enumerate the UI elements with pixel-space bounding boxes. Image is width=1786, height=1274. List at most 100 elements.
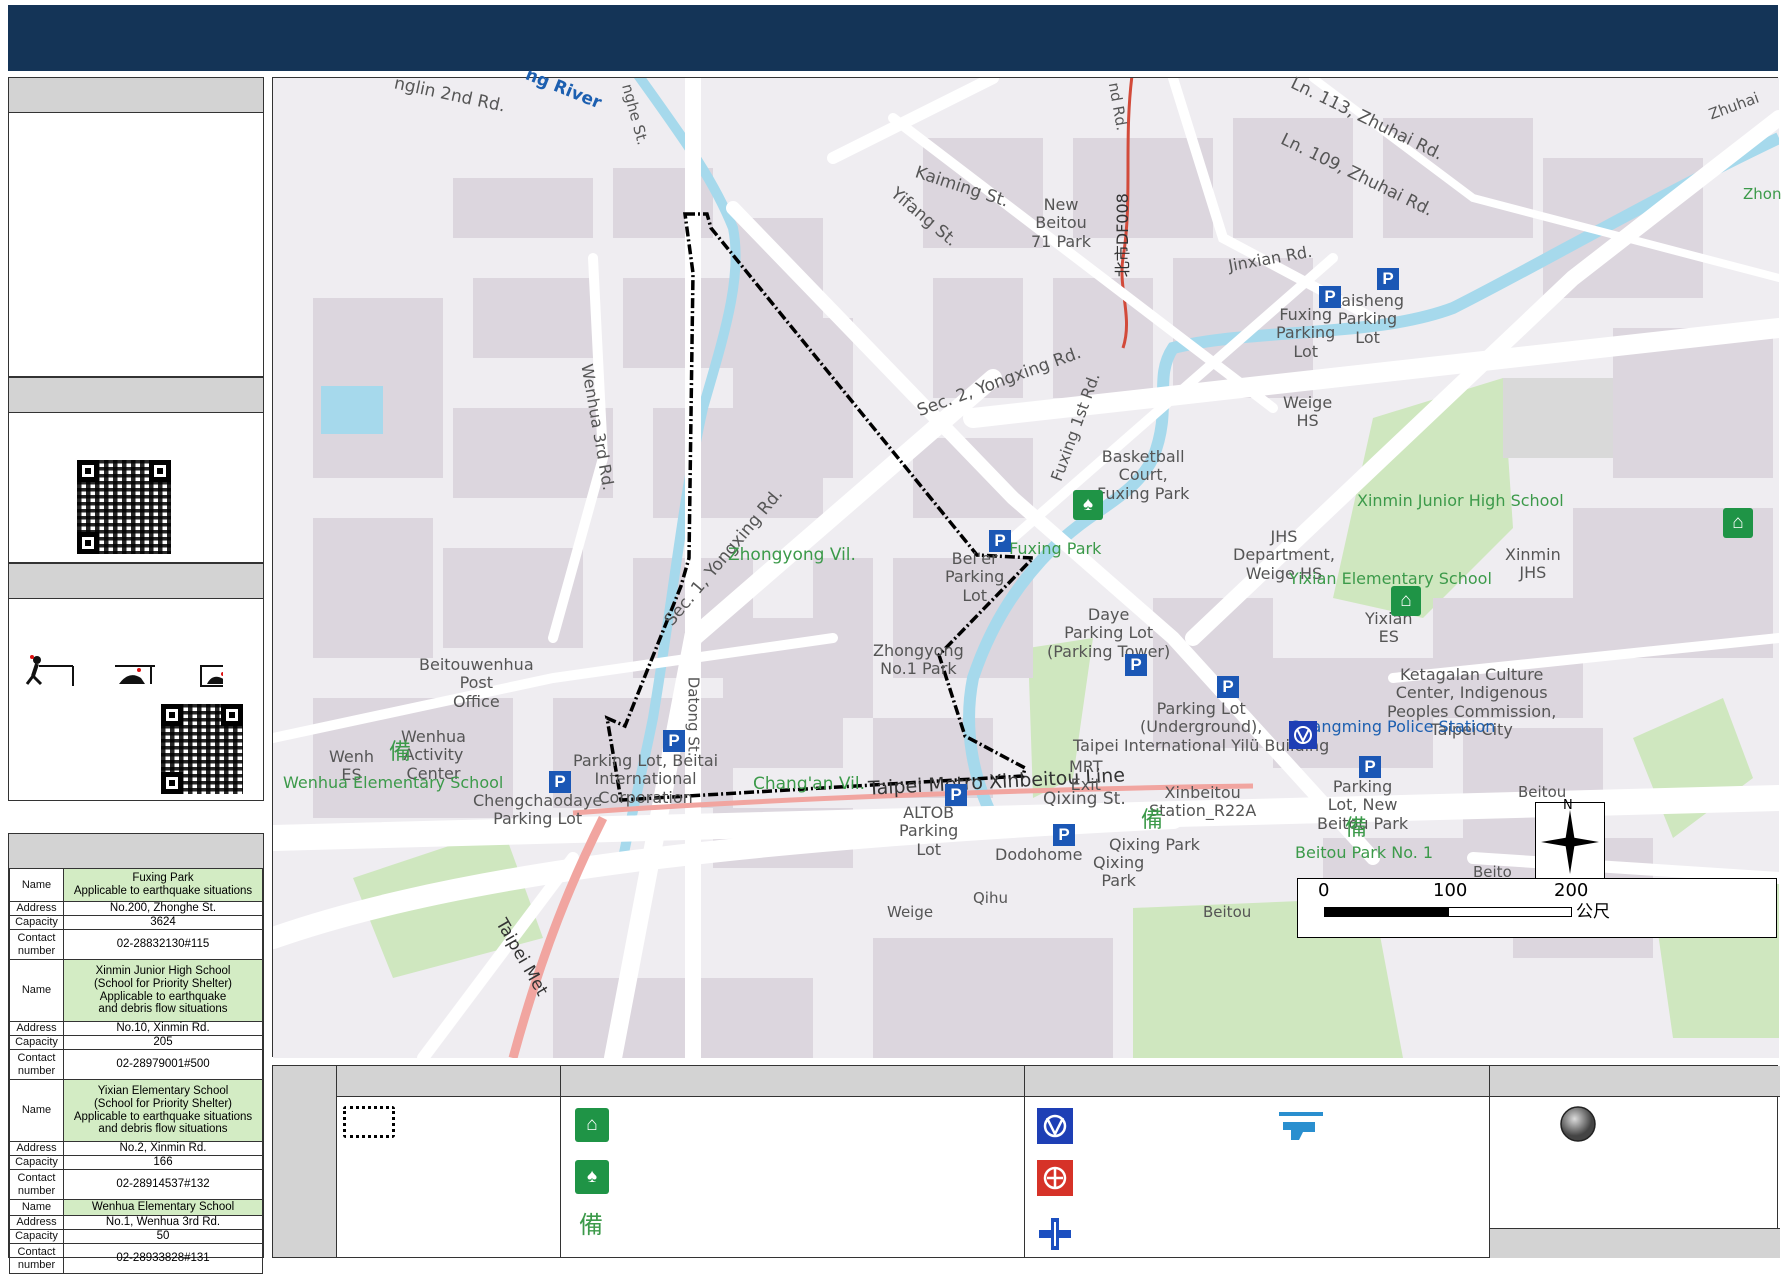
safety-qr-code[interactable] (161, 704, 243, 794)
reserve-shelter-icon: 備 (579, 1211, 603, 1239)
legend-col-header (561, 1066, 1025, 1097)
poi-label: Xinmin Junior High School (1357, 491, 1564, 510)
title-bar (8, 5, 1778, 71)
shelter-capacity: 3624 (63, 915, 263, 930)
north-arrow-icon (1535, 802, 1605, 882)
shelter-row-name: Name Xinmin Junior High School (School f… (9, 959, 263, 1022)
safety-panel-header (9, 564, 263, 599)
shelter-capacity-label: Capacity (9, 1035, 64, 1050)
evacuation-boundary-icon (343, 1106, 395, 1138)
shelter-row-address: Address No.2, Xinmin Rd. (9, 1141, 263, 1156)
shelter-address-label: Address (9, 1021, 64, 1036)
shelter-capacity-label: Capacity (9, 1229, 64, 1244)
drop-icon (25, 655, 74, 686)
poi-label: Weige HS (1283, 393, 1333, 431)
scale-unit: 公尺 (1576, 902, 1610, 922)
parking-icon[interactable]: P (1053, 824, 1075, 846)
road-label: Datong St. (684, 676, 703, 757)
shelter-address: No.1, Wenhua 3rd Rd. (63, 1215, 263, 1230)
shelter-capacity-label: Capacity (9, 1155, 64, 1170)
poi-label: MRT Exit (1069, 757, 1103, 795)
police-station-icon (1037, 1108, 1073, 1144)
poi-label: Dodohome (995, 845, 1083, 864)
legend-col-header (337, 1066, 561, 1097)
parking-icon[interactable]: P (945, 784, 967, 806)
police-station-icon[interactable] (1289, 721, 1317, 749)
parking-icon[interactable]: P (1377, 268, 1399, 290)
poi-label: Beitou (1203, 903, 1252, 921)
poi-label: ALTOB Parking Lot (899, 803, 959, 859)
drop-cover-hold-icons (25, 655, 223, 687)
parking-icon[interactable]: P (989, 530, 1011, 552)
qr-finder-icon (161, 772, 183, 794)
shelter-row-address: Address No.1, Wenhua 3rd Rd. (9, 1215, 263, 1230)
shelter-contact: 02-28832130#115 (63, 929, 263, 960)
parking-area (1503, 378, 1613, 458)
qr-code[interactable] (77, 460, 171, 554)
shelter-contact-label: Contact number (9, 929, 64, 960)
school-shelter-icon[interactable]: ⌂ (1723, 508, 1753, 538)
overview-panel-header (9, 78, 263, 113)
poi-label: Beitou Park No. 1 (1295, 843, 1434, 862)
shelter-row-contact: Contact number 02-28933828#131 (9, 1243, 263, 1274)
qr-finder-icon (221, 704, 243, 726)
park-shelter-icon[interactable]: ♠ (1073, 490, 1103, 520)
shelter-row-capacity: Capacity 166 (9, 1155, 263, 1170)
shelter-name: Fuxing Park Applicable to earthquake sit… (63, 868, 263, 902)
poi-label: Qihu (973, 889, 1008, 907)
poi-label: Bei'er Parking Lot (945, 549, 1005, 605)
shelter-row-contact: Contact number 02-28979001#500 (9, 1049, 263, 1080)
qr-finder-icon (149, 460, 171, 482)
shelter-table: Name Fuxing Park Applicable to earthquak… (8, 833, 264, 1274)
scale-tick-label: 0 (1318, 880, 1330, 901)
shelter-row-name: Name Fuxing Park Applicable to earthquak… (9, 868, 263, 902)
poi-label: Guangming Police Station (1289, 717, 1496, 736)
shelter-row-capacity: Capacity 50 (9, 1229, 263, 1244)
poi-label: Weige (887, 903, 934, 921)
qr-panel-header (9, 378, 263, 413)
shelter-table-header (9, 834, 263, 869)
parking-icon[interactable]: P (1319, 286, 1341, 308)
poi-label: Xinmin JHS (1505, 545, 1561, 583)
shelter-row-capacity: Capacity 205 (9, 1035, 263, 1050)
hold-icon (200, 665, 223, 687)
poi-label: Zhongyong No.1 Park (873, 641, 964, 679)
poi-label: Chengchaodaye Parking Lot (473, 791, 603, 829)
parking-icon[interactable]: P (1217, 676, 1239, 698)
school-shelter-icon[interactable]: ⌂ (1391, 586, 1421, 616)
shelter-address: No.200, Zhonghe St. (63, 901, 263, 916)
park-shelter-icon: ♠ (575, 1160, 609, 1194)
scale-tick-label: 200 (1554, 880, 1589, 901)
qr-finder-icon (77, 532, 99, 554)
parking-icon[interactable]: P (549, 771, 571, 793)
legend-col-header (1490, 1066, 1780, 1097)
poi-label: Beitouwenhua Post Office (419, 655, 534, 711)
shelter-capacity-label: Capacity (9, 915, 64, 930)
parking-icon[interactable]: P (1359, 756, 1381, 778)
scale-tick-label: 100 (1433, 880, 1468, 901)
poi-label: Zhon (1743, 185, 1782, 203)
reserve-shelter-icon: 備 (1141, 808, 1164, 833)
scale-segment (1324, 907, 1448, 917)
map-frame[interactable]: nglin 2nd Rd. ng River nghe St. nd Rd. L… (272, 65, 1782, 1058)
shelter-name-label: Name (9, 1199, 64, 1216)
school-shelter-icon: ⌂ (575, 1108, 609, 1142)
parking-icon[interactable]: P (1125, 654, 1147, 676)
poi-label: Fuxing Parking Lot (1276, 305, 1336, 361)
scale-segment (1448, 907, 1572, 917)
poi-label: Yixian Elementary School (1289, 569, 1492, 588)
medical-icon (1039, 1218, 1071, 1250)
parking-icon[interactable]: P (663, 730, 685, 752)
legend-col-facilities (1024, 1066, 1490, 1257)
shelter-row-address: Address No.10, Xinmin Rd. (9, 1021, 263, 1036)
shelter-name-label: Name (9, 1079, 64, 1142)
poi-label: New Beitou 71 Park (1031, 195, 1092, 251)
shelter-address-label: Address (9, 1141, 64, 1156)
shelter-list: Name Fuxing Park Applicable to earthquak… (9, 868, 263, 1274)
cover-icon (115, 665, 155, 684)
safety-panel (8, 563, 264, 801)
shelter-name-label: Name (9, 868, 64, 902)
shelter-address-label: Address (9, 1215, 64, 1230)
shelter-contact: 02-28933828#131 (63, 1243, 263, 1274)
legend-col-other (1489, 1066, 1780, 1258)
